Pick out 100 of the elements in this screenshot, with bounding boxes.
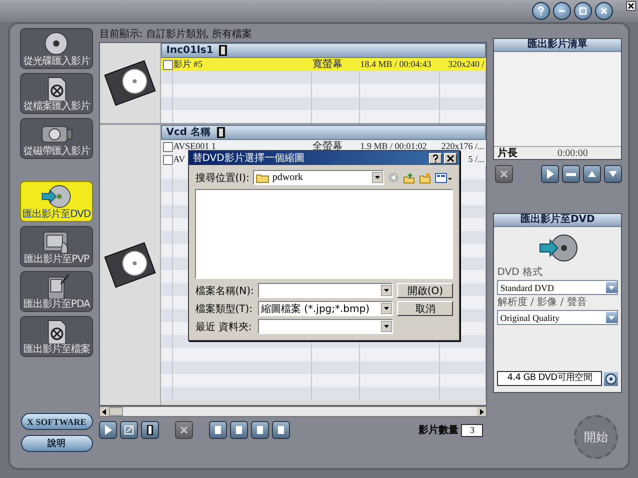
sidebar-label: 從檔案匯入影片 (23, 101, 90, 112)
play-button[interactable] (540, 165, 559, 183)
close-button[interactable] (595, 2, 613, 20)
scroll-right-button[interactable] (477, 407, 486, 416)
film-button[interactable] (141, 421, 160, 439)
dropdown-value: Original Quality (499, 312, 561, 322)
duration-value: 0:00:00 (556, 148, 589, 158)
restore-icon (577, 5, 589, 17)
dropdown[interactable]: Original Quality (497, 310, 618, 325)
scrollbar-thumb[interactable] (109, 407, 124, 416)
move-down-button[interactable] (604, 165, 622, 183)
dropdown-arrow-icon (606, 283, 616, 292)
panel-title: 匯出影片至DVD (494, 214, 621, 227)
field-value: 縮圖檔案 (*.jpg;*.bmp) (260, 302, 371, 316)
cancel-button[interactable]: 取消 (397, 301, 454, 316)
close-icon (598, 5, 610, 17)
combo-box[interactable] (258, 319, 394, 334)
dialog-title: 替DVD影片選擇一個縮圖 (192, 152, 306, 164)
horizontal-scrollbar[interactable] (99, 406, 488, 417)
dropdown-arrow-icon (381, 321, 392, 332)
sidebar-item[interactable]: 匯出影片至PDA (20, 271, 94, 312)
field-label: 檔案類型(T): (195, 302, 254, 316)
film-cell: 18.4 MB / 00:04:43 (360, 58, 432, 71)
back-icon (388, 172, 400, 183)
sidebar-label: 從磁帶匯入影片 (23, 146, 90, 157)
film-name: 影片 #5 (173, 58, 202, 71)
disc-icon (604, 372, 617, 384)
sidebar-item[interactable]: 匯出影片至PVP (20, 226, 94, 267)
dropdown-arrow-icon (381, 303, 392, 314)
film-cell: 1.9 MB / 00:01:02 (360, 140, 427, 153)
help-icon (431, 154, 440, 162)
sidebar-item[interactable]: 匯出影片至檔案 (20, 316, 94, 357)
sidebar-label: 匯出影片至檔案 (23, 344, 90, 355)
combo-box[interactable]: 縮圖檔案 (*.jpg;*.bmp) (258, 301, 394, 316)
minus-icon (566, 172, 576, 176)
layout-button[interactable] (251, 421, 270, 439)
close-icon (627, 2, 635, 10)
disc-button[interactable] (604, 372, 618, 386)
checkbox[interactable] (163, 154, 174, 164)
film-cell-text: 320x240 / (448, 58, 486, 71)
new-folder-icon (419, 172, 432, 184)
sidebar-item[interactable]: 從磁帶匯入影片 (20, 118, 94, 159)
play-button[interactable] (99, 421, 118, 439)
disc-arrow-icon (538, 233, 578, 263)
group-title: Vcd 名稱 (166, 126, 211, 138)
open-button[interactable]: 開啟(O) (397, 283, 454, 298)
sidebar-label: 從光碟匯入影片 (23, 56, 90, 67)
view-menu-icon (435, 172, 454, 184)
field-label: 最近 資料夾: (195, 320, 253, 334)
film-cell: 寬螢幕 (312, 58, 342, 71)
group-title: Inc01ls1 (166, 44, 214, 56)
quality-label: 解析度 / 影像 / 聲音 (496, 297, 588, 309)
look-in-combo[interactable]: pdwork (253, 170, 384, 185)
field-value: pdwork (272, 172, 304, 183)
field-label: 檔案名稱(N): (195, 284, 254, 298)
sidebar-label: 匯出影片至PDA (23, 299, 90, 310)
checkbox[interactable] (163, 60, 174, 70)
film-strip-icon (216, 127, 225, 138)
software-button[interactable]: X SOFTWARE (20, 413, 93, 430)
close-button[interactable] (626, 1, 636, 11)
panel-title: 匯出影片清單 (494, 39, 621, 52)
restore-button[interactable] (574, 2, 592, 20)
sidebar-item[interactable]: 從光碟匯入影片 (20, 28, 94, 69)
left-triangle-icon (102, 408, 108, 414)
move-up-button[interactable] (582, 165, 601, 183)
count-label: 影片數量 (418, 424, 458, 437)
checkbox[interactable] (163, 142, 174, 152)
layout-button[interactable] (272, 421, 290, 439)
film-row[interactable]: 影片 #5 寬螢幕 18.4 MB / 00:04:43 320x240 / (161, 58, 486, 71)
film-strip-icon (219, 45, 228, 56)
film-name: AV (173, 153, 186, 166)
edit-button[interactable] (120, 421, 138, 439)
free-space-field: 4.4 GB DVD可用空間 (497, 371, 602, 386)
dropdown[interactable]: Standard DVD (497, 280, 618, 295)
right-triangle-icon (479, 408, 484, 414)
format-label: DVD 格式 (496, 267, 544, 279)
duration-label: 片長 (497, 146, 518, 160)
dropdown-arrow-icon (606, 313, 616, 322)
folder-icon (256, 172, 270, 182)
combo-box[interactable] (258, 283, 394, 298)
close-icon (446, 154, 456, 162)
sidebar-item[interactable]: 從檔案匯入影片 (20, 73, 94, 114)
sidebar-item[interactable]: 匯出影片至DVD (20, 181, 94, 222)
disc-arrow-icon (40, 184, 73, 209)
layout-button[interactable] (209, 421, 228, 439)
help-button[interactable]: 說明 (20, 435, 93, 452)
help-button[interactable] (532, 2, 550, 20)
film-cell-text: 5 /... (468, 153, 486, 166)
film-name: AVSE001 1 (173, 140, 216, 152)
minimize-button[interactable] (553, 2, 571, 20)
sidebar-label: 匯出影片至PVP (24, 254, 90, 265)
layout-button[interactable] (230, 421, 248, 439)
film-cell-text: 220x176 /... (441, 140, 486, 153)
film-cell: 全螢幕 (312, 140, 342, 153)
sidebar-label: 匯出影片至DVD (22, 209, 91, 220)
dropdown-arrow-icon (372, 172, 384, 183)
dropdown-arrow-icon (381, 285, 392, 296)
view-caption: 目前顯示: 自訂影片類別, 所有檔案 (99, 28, 254, 42)
scroll-left-button[interactable] (100, 407, 110, 416)
remove-button[interactable] (562, 165, 580, 183)
